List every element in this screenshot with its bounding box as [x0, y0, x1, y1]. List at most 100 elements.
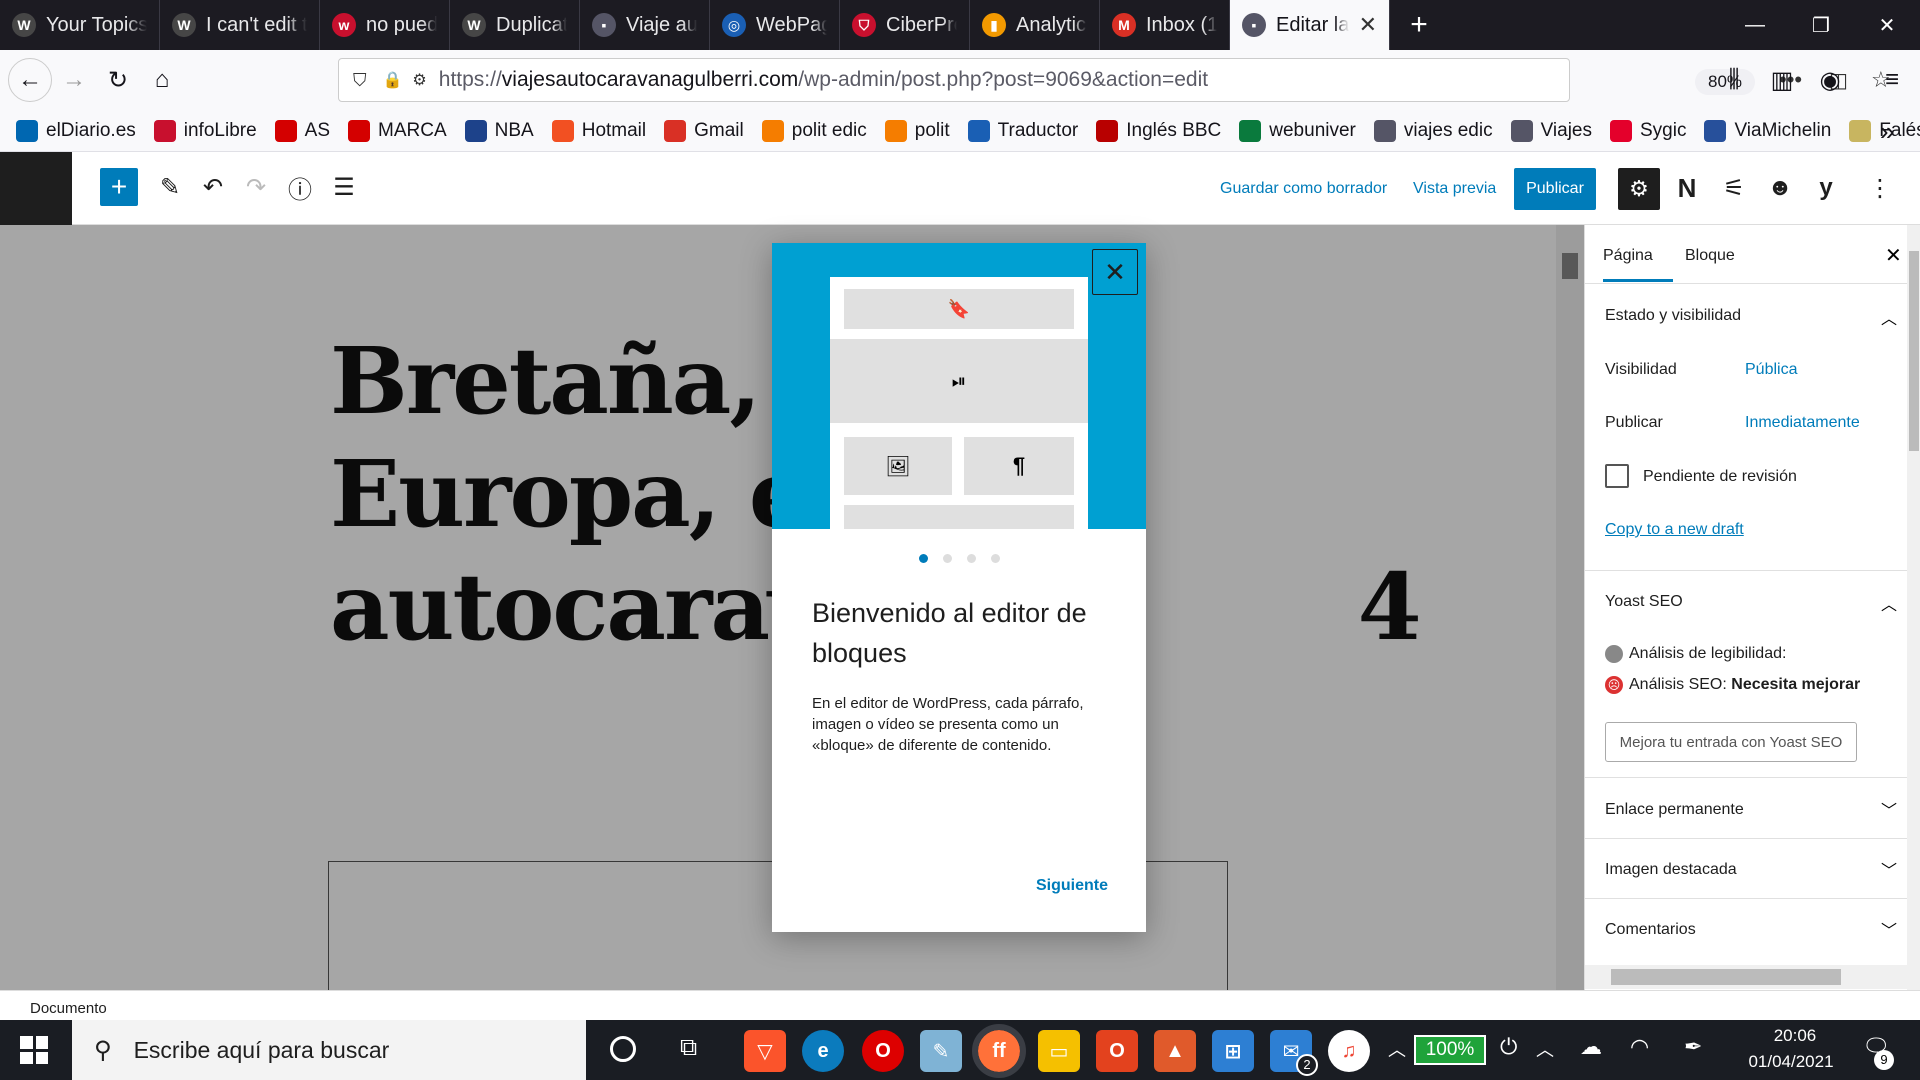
bookmark-ingles-bbc[interactable]: Inglés BBC [1096, 119, 1221, 142]
tab-editar-la[interactable]: ▪ Editar la ✕ [1230, 0, 1390, 50]
bookmark-marca[interactable]: MARCA [348, 119, 447, 142]
chevron-down-icon[interactable]: ﹀ [1881, 917, 1897, 941]
pen-icon[interactable]: ✒ [1684, 1034, 1702, 1060]
wordpress-logo[interactable] [0, 152, 72, 225]
yoast-icon[interactable]: y [1806, 168, 1846, 208]
file-explorer-icon[interactable]: ▭ [1038, 1030, 1080, 1072]
bookmark-gmail[interactable]: Gmail [664, 119, 744, 142]
info-icon[interactable]: ⓘ [280, 167, 320, 207]
library-icon[interactable]: ⫼ [1712, 58, 1756, 102]
bookmark-as[interactable]: AS [274, 119, 330, 142]
plugin-tools-icon[interactable]: ⚟ [1714, 168, 1754, 208]
featured-image-heading[interactable]: Imagen destacada [1605, 861, 1737, 879]
store-icon[interactable]: ⊞ [1212, 1030, 1254, 1072]
paint-icon[interactable]: ✎ [920, 1030, 962, 1072]
settings-button[interactable]: ⚙ [1618, 168, 1660, 210]
permissions-icon[interactable]: ⚙ [412, 70, 426, 90]
edit-icon[interactable]: ✎ [150, 167, 190, 207]
plugin-avatar-icon[interactable]: ☻ [1760, 168, 1800, 208]
bookmark-nba[interactable]: NBA [464, 119, 534, 142]
visibility-value[interactable]: Pública [1745, 361, 1797, 379]
back-button[interactable]: ← [8, 58, 52, 102]
bookmark-viajes-edic[interactable]: viajes edic [1373, 119, 1493, 142]
redo-icon[interactable]: ↷ [236, 167, 276, 207]
page-dot[interactable] [919, 554, 928, 563]
chevron-down-icon[interactable]: ﹀ [1881, 857, 1897, 881]
bookmark-hotmail[interactable]: Hotmail [551, 119, 646, 142]
tab-analytics-r[interactable]: ▮ Analytics | R [970, 0, 1100, 50]
bookmark-infolibre[interactable]: infoLibre [153, 119, 257, 142]
windows-start-icon[interactable] [20, 1036, 48, 1064]
tab-i-can-t-edit-th[interactable]: W I can't edit th [160, 0, 320, 50]
page-dot[interactable] [991, 554, 1000, 563]
shield-icon[interactable]: ⛉ [353, 70, 367, 91]
edge-icon[interactable]: e [802, 1030, 844, 1072]
bookmark-eldiario-es[interactable]: elDiario.es [16, 119, 136, 142]
cortana-icon[interactable] [610, 1036, 636, 1062]
tab-your-topics[interactable]: W Your Topics | [0, 0, 160, 50]
yoast-heading[interactable]: Yoast SEO [1605, 593, 1683, 611]
task-view-icon[interactable]: ⧉ [680, 1034, 697, 1062]
tab-webpagetes[interactable]: ◎ WebPageTes [710, 0, 840, 50]
chevron-up-icon[interactable]: ︿ [1536, 1036, 1554, 1062]
sidebar-toggle-icon[interactable]: ▥ [1760, 58, 1804, 102]
block-breadcrumb[interactable]: Documento [0, 990, 1920, 1020]
pending-review-checkbox[interactable] [1605, 464, 1629, 488]
opera-icon[interactable]: O [862, 1030, 904, 1072]
add-block-button[interactable]: + [100, 168, 138, 206]
close-sidebar-icon[interactable]: ✕ [1885, 243, 1902, 268]
undo-icon[interactable]: ↶ [193, 167, 233, 207]
onedrive-icon[interactable]: ☁ [1580, 1034, 1602, 1060]
close-tab-icon[interactable]: ✕ [1359, 12, 1377, 38]
chevron-up-icon[interactable]: ︿ [1881, 305, 1897, 329]
bookmark-viamichelin[interactable]: ViaMichelin [1704, 119, 1831, 142]
forward-button[interactable]: → [52, 58, 96, 102]
battery-indicator[interactable]: 100% [1414, 1035, 1486, 1065]
yoast-improve-button[interactable]: Mejora tu entrada con Yoast SEO [1605, 722, 1857, 762]
publish-button[interactable]: Publicar [1514, 168, 1596, 210]
brave-icon[interactable]: ▽ [744, 1030, 786, 1072]
bookmark-viajes[interactable]: Viajes [1510, 119, 1592, 142]
plugin-n-icon[interactable]: N [1667, 168, 1707, 208]
clock-time[interactable]: 20:06 [1760, 1026, 1830, 1046]
clock-date[interactable]: 01/04/2021 [1736, 1052, 1846, 1072]
tab-no-puedo-ed[interactable]: w no puedo ed [320, 0, 450, 50]
list-view-icon[interactable]: ☰ [324, 167, 364, 207]
app-icon[interactable]: ▲ [1154, 1030, 1196, 1072]
home-button[interactable]: ⌂ [140, 58, 184, 102]
firefox-icon[interactable]: ff [972, 1024, 1026, 1078]
tab-page[interactable]: Página [1603, 247, 1653, 265]
wifi-icon[interactable]: ◠ [1630, 1034, 1649, 1060]
itunes-icon[interactable]: ♫ [1328, 1030, 1370, 1072]
vertical-scrollbar[interactable] [1907, 225, 1920, 990]
power-plug-icon[interactable]: ⏻ [1500, 1034, 1517, 1060]
minimize-button[interactable]: — [1722, 0, 1788, 50]
tab-ciberprotect[interactable]: ⛉ CiberProtect [840, 0, 970, 50]
save-draft-button[interactable]: Guardar como borrador [1220, 180, 1387, 198]
menu-icon[interactable]: ≡ [1870, 58, 1914, 102]
tab-viaje-autoca[interactable]: ▪ Viaje autoca [580, 0, 710, 50]
bookmark-polit-edic[interactable]: polit edic [761, 119, 867, 142]
preview-button[interactable]: Vista previa [1413, 180, 1496, 198]
horizontal-scrollbar[interactable] [1585, 965, 1907, 989]
bookmark-traductor[interactable]: Traductor [967, 119, 1078, 142]
bookmark-sygic[interactable]: Sygic [1610, 119, 1686, 142]
bookmark-polit[interactable]: polit [884, 119, 950, 142]
tab-duplicate-pa[interactable]: W Duplicate Pa [450, 0, 580, 50]
copy-draft-link[interactable]: Copy to a new draft [1605, 521, 1744, 539]
status-visibility-heading[interactable]: Estado y visibilidad [1605, 307, 1741, 325]
tab-inbox-1-jl[interactable]: M Inbox (1) - jl [1100, 0, 1230, 50]
office-icon[interactable]: O [1096, 1030, 1138, 1072]
close-modal-button[interactable]: ✕ [1092, 249, 1138, 295]
lock-icon[interactable]: 🔒 [383, 70, 403, 90]
url-bar[interactable]: ⛉ 🔒 ⚙ https://viajesautocaravanagulberri… [338, 58, 1891, 102]
chevron-up-icon[interactable]: ︿ [1881, 591, 1897, 615]
more-bookmarks-icon[interactable]: » [1880, 116, 1894, 147]
more-options-icon[interactable]: ⋮ [1860, 168, 1900, 208]
new-tab-button[interactable]: + [1390, 0, 1448, 50]
restore-button[interactable]: ❐ [1788, 0, 1854, 50]
reload-button[interactable]: ↻ [96, 58, 140, 102]
tab-block[interactable]: Bloque [1685, 247, 1735, 265]
next-button[interactable]: Siguiente [1036, 877, 1108, 895]
close-window-button[interactable]: ✕ [1854, 0, 1920, 50]
